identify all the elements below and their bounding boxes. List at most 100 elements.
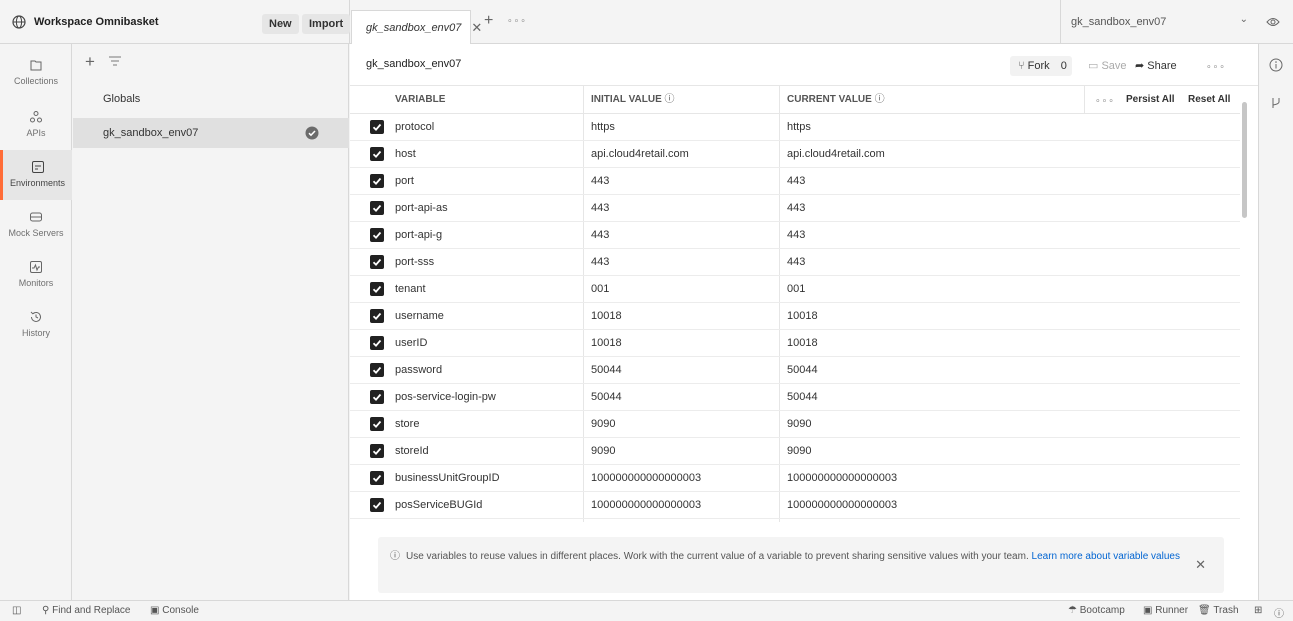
current-value-cell[interactable]: 100000000000000003 <box>787 465 897 492</box>
reset-all-button[interactable]: Reset All <box>1188 86 1230 114</box>
info-icon[interactable] <box>1269 58 1283 72</box>
sidebar-item-apis[interactable]: APIs <box>0 100 72 150</box>
current-value-cell[interactable]: 443 <box>787 222 805 249</box>
variable-cell[interactable]: protocol <box>395 114 434 141</box>
variable-cell[interactable]: username <box>395 303 444 330</box>
table-row[interactable]: storeId 9090 9090 <box>350 438 1240 465</box>
table-row[interactable]: pos-service-login-pw 50044 50044 <box>350 384 1240 411</box>
current-value-cell[interactable]: 50044 <box>787 357 818 384</box>
environment-selector[interactable]: gk_sandbox_env07 ⌄ <box>1060 0 1260 44</box>
bootcamp-button[interactable]: ☂ Bootcamp <box>1068 605 1125 616</box>
table-row[interactable]: businessUnitGroupID 100000000000000003 100… <box>350 465 1240 492</box>
row-checkbox[interactable] <box>370 498 384 512</box>
initial-value-cell[interactable]: 10018 <box>591 303 622 330</box>
current-value-cell[interactable]: 9090 <box>787 438 811 465</box>
initial-value-cell[interactable]: https <box>591 114 615 141</box>
table-row[interactable]: posServiceBUGId 100000000000000003 1000000… <box>350 492 1240 519</box>
current-value-cell[interactable]: api.cloud4retail.com <box>787 141 885 168</box>
row-checkbox[interactable] <box>370 417 384 431</box>
row-checkbox[interactable] <box>370 309 384 323</box>
row-checkbox[interactable] <box>370 201 384 215</box>
sidebar-toggle-icon[interactable]: ◫ <box>12 605 21 616</box>
row-checkbox[interactable] <box>370 444 384 458</box>
fork-button[interactable]: ⑂ Fork 0 <box>1010 56 1072 76</box>
initial-value-cell[interactable]: 443 <box>591 222 609 249</box>
layout-icon[interactable]: ⊞ <box>1254 605 1262 616</box>
row-checkbox[interactable] <box>370 471 384 485</box>
fork-icon[interactable] <box>1270 96 1282 110</box>
more-options-icon[interactable]: ∘∘∘ <box>1206 56 1226 76</box>
current-value-cell[interactable]: 10018 <box>787 330 818 357</box>
initial-value-cell[interactable]: 100000000000000003 <box>591 465 701 492</box>
more-tabs-icon[interactable]: ∘∘∘ <box>507 15 527 26</box>
row-checkbox[interactable] <box>370 363 384 377</box>
scrollbar[interactable] <box>1242 102 1247 218</box>
trash-button[interactable]: 🗑 Trash <box>1198 605 1239 616</box>
filter-icon[interactable] <box>109 56 121 66</box>
variable-cell[interactable]: password <box>395 357 442 384</box>
add-environment-icon[interactable]: + <box>85 52 95 72</box>
import-button[interactable]: Import <box>302 14 351 34</box>
add-tab-icon[interactable]: + <box>484 12 493 30</box>
variable-cell[interactable]: posServiceBUGId <box>395 492 482 519</box>
initial-value-cell[interactable]: 9090 <box>591 438 615 465</box>
table-row[interactable]: store 9090 9090 <box>350 411 1240 438</box>
table-row[interactable]: port-api-g 443 443 <box>350 222 1240 249</box>
initial-value-cell[interactable]: 10018 <box>591 330 622 357</box>
help-icon[interactable]: ⓘ <box>1274 605 1284 620</box>
sidebar-item-monitors[interactable]: Monitors <box>0 250 72 300</box>
table-row[interactable]: host api.cloud4retail.com api.cloud4retail… <box>350 141 1240 168</box>
table-row[interactable]: port-api-as 443 443 <box>350 195 1240 222</box>
initial-value-cell[interactable]: 50044 <box>591 357 622 384</box>
current-value-cell[interactable]: 443 <box>787 249 805 276</box>
variable-cell[interactable]: port-sss <box>395 249 434 276</box>
info-icon[interactable]: ⓘ <box>875 94 885 105</box>
tab-environment[interactable]: gk_sandbox_env07 ✕ <box>351 10 482 44</box>
learn-more-link[interactable]: Learn more about variable values <box>1032 551 1180 562</box>
sidebar-item-history[interactable]: History <box>0 300 72 350</box>
current-value-cell[interactable]: 001 <box>787 276 805 303</box>
initial-value-cell[interactable]: api.cloud4retail.com <box>591 141 689 168</box>
environment-item-globals[interactable]: Globals <box>73 84 349 114</box>
table-more-icon[interactable]: ∘∘∘ <box>1095 86 1115 114</box>
current-value-cell[interactable]: 100000000000000003 <box>787 492 897 519</box>
row-checkbox[interactable] <box>370 336 384 350</box>
console-button[interactable]: ▣ Console <box>150 605 199 616</box>
initial-value-cell[interactable]: 9090 <box>591 411 615 438</box>
workspace-title[interactable]: Workspace Omnibasket <box>34 16 159 28</box>
row-checkbox[interactable] <box>370 255 384 269</box>
share-button[interactable]: ➦ Share <box>1135 56 1177 76</box>
table-row[interactable]: username 10018 10018 <box>350 303 1240 330</box>
current-value-cell[interactable]: 443 <box>787 168 805 195</box>
variable-cell[interactable]: host <box>395 141 416 168</box>
persist-all-button[interactable]: Persist All <box>1126 86 1175 114</box>
table-row[interactable]: port 443 443 <box>350 168 1240 195</box>
current-value-cell[interactable]: 443 <box>787 195 805 222</box>
info-icon[interactable]: ⓘ <box>665 94 675 105</box>
variable-cell[interactable]: userID <box>395 330 427 357</box>
initial-value-cell[interactable]: 50044 <box>591 384 622 411</box>
environment-item-selected[interactable]: gk_sandbox_env07 <box>73 118 349 148</box>
sidebar-item-collections[interactable]: Collections <box>0 48 72 98</box>
close-icon[interactable]: ✕ <box>1195 557 1206 573</box>
variable-cell[interactable]: tenant <box>395 276 426 303</box>
variable-cell[interactable]: businessUnitGroupID <box>395 465 500 492</box>
initial-value-cell[interactable]: 001 <box>591 276 609 303</box>
variable-cell[interactable]: pos-service-login-pw <box>395 384 496 411</box>
table-row[interactable]: tenant 001 001 <box>350 276 1240 303</box>
save-button[interactable]: ▭ Save <box>1088 56 1127 76</box>
row-checkbox[interactable] <box>370 174 384 188</box>
variable-cell[interactable]: port-api-g <box>395 222 442 249</box>
sidebar-item-mock-servers[interactable]: Mock Servers <box>0 200 72 250</box>
initial-value-cell[interactable]: 443 <box>591 195 609 222</box>
initial-value-cell[interactable]: 443 <box>591 168 609 195</box>
runner-button[interactable]: ▣ Runner <box>1143 605 1188 616</box>
row-checkbox[interactable] <box>370 120 384 134</box>
current-value-cell[interactable]: https <box>787 114 811 141</box>
row-checkbox[interactable] <box>370 390 384 404</box>
variable-cell[interactable]: store <box>395 411 419 438</box>
variable-cell[interactable]: port-api-as <box>395 195 448 222</box>
find-replace-button[interactable]: ⚲ Find and Replace <box>42 605 131 616</box>
table-row[interactable]: protocol https https <box>350 114 1240 141</box>
current-value-cell[interactable]: 50044 <box>787 384 818 411</box>
